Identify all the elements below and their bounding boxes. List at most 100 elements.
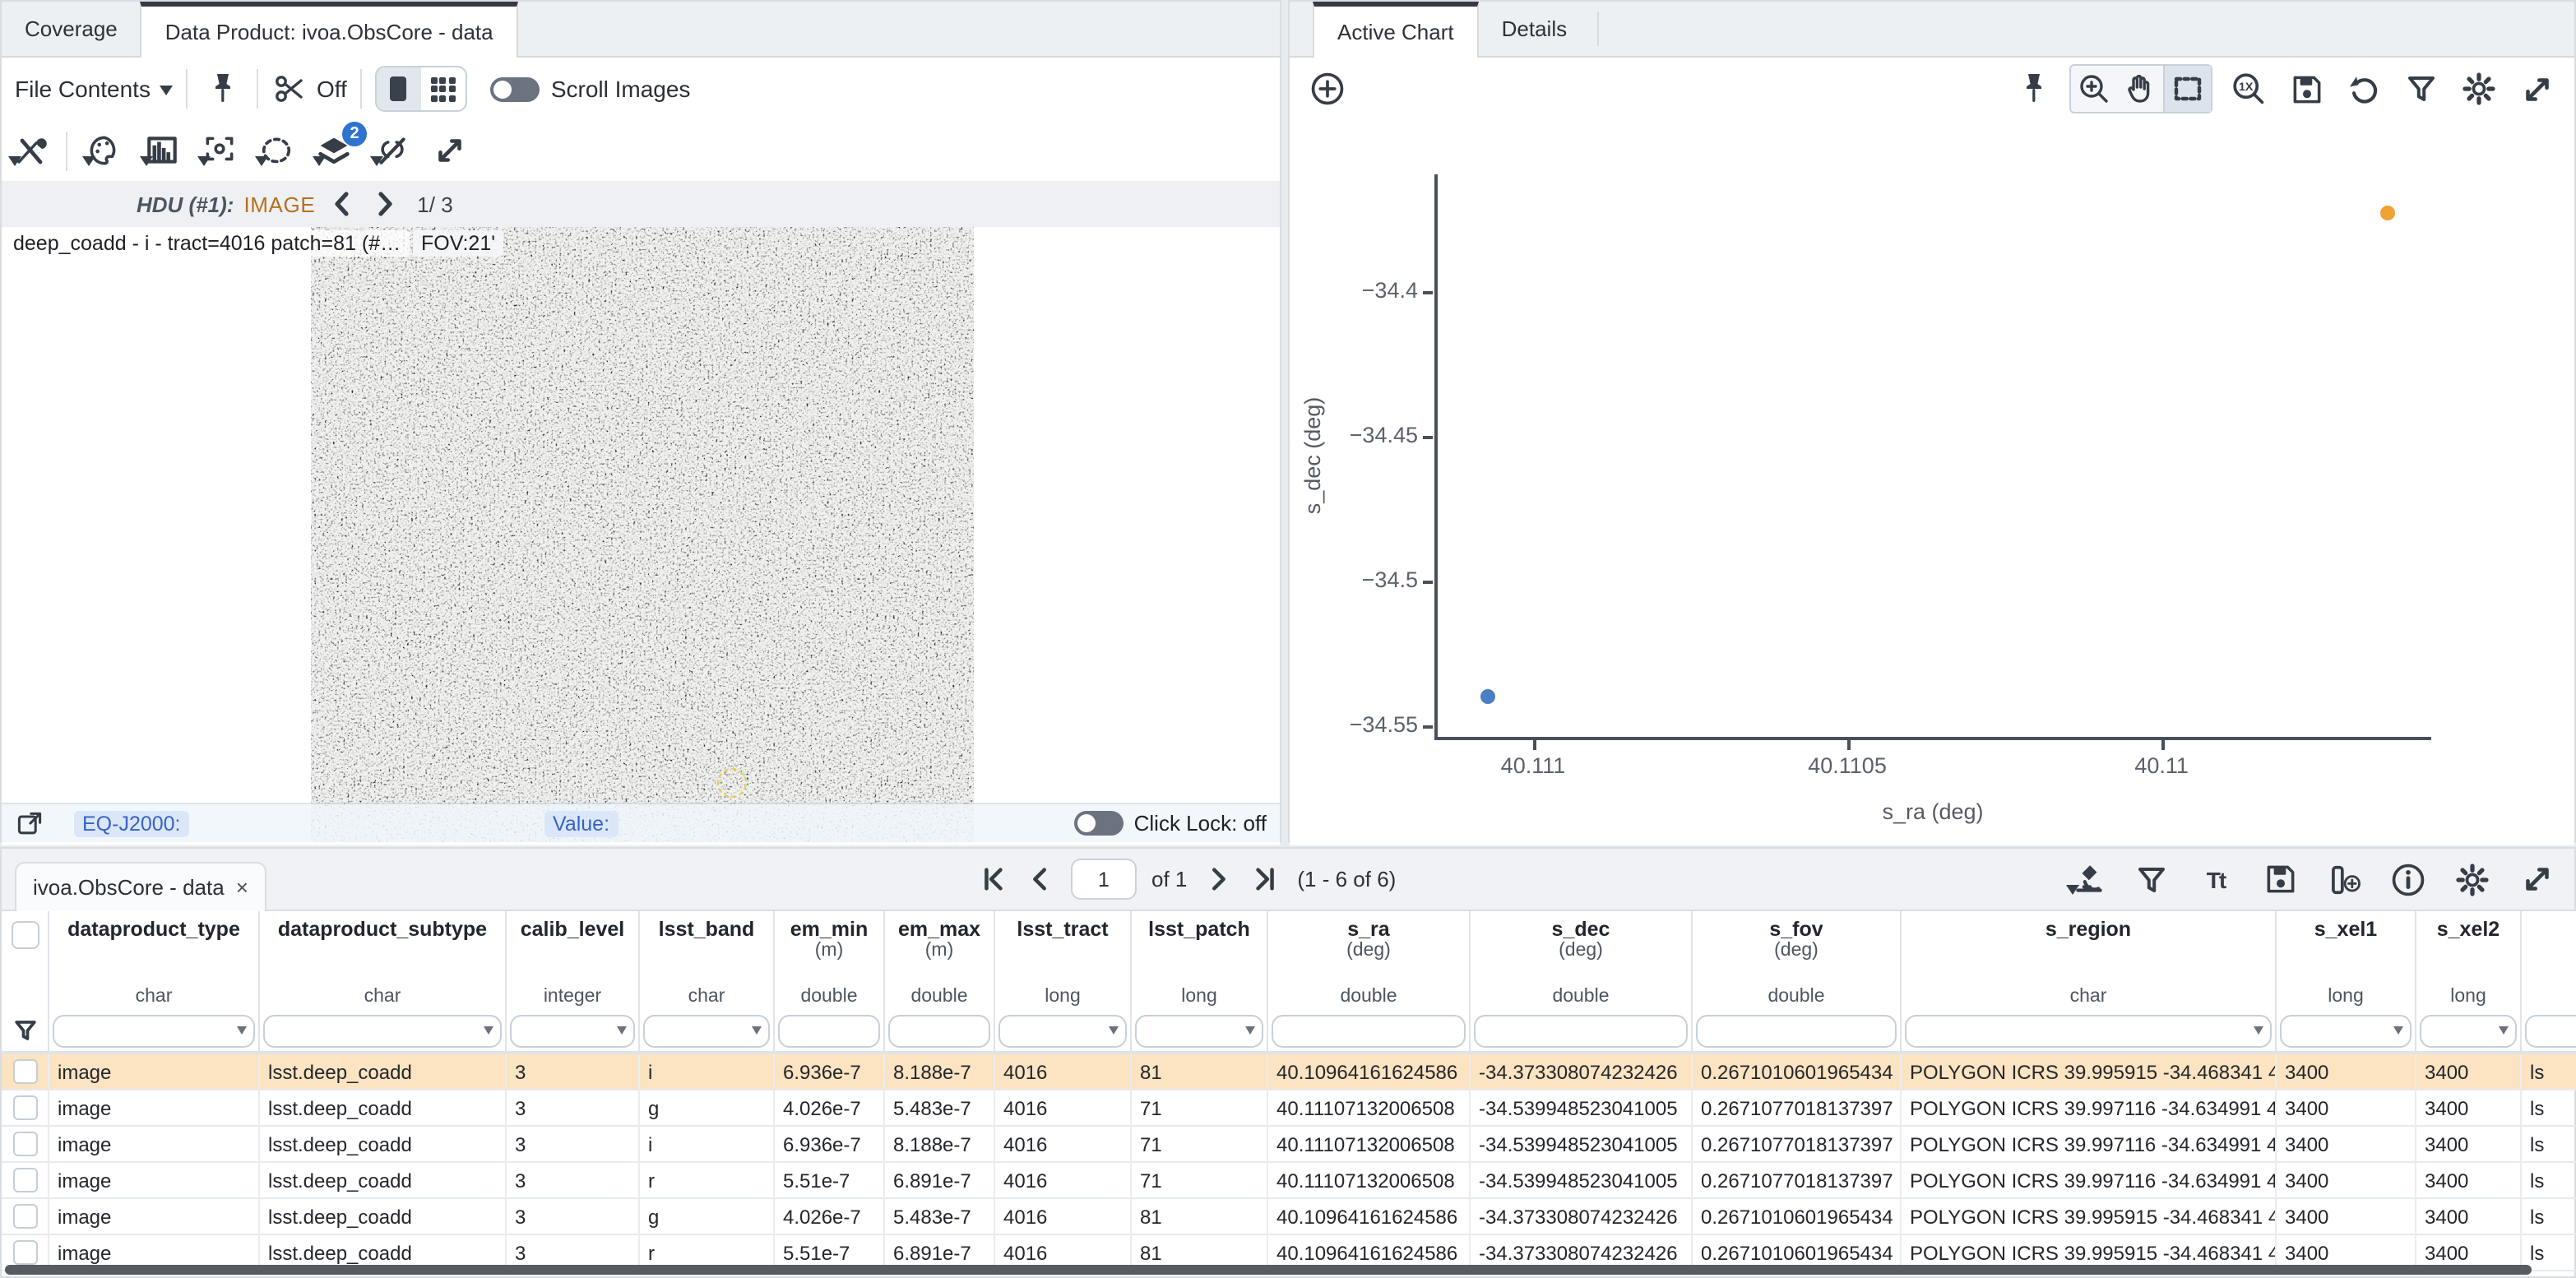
table-cell[interactable]: -34.539948523041005 xyxy=(1471,1127,1693,1163)
table-cell[interactable]: 71 xyxy=(1132,1090,1268,1127)
filter-input-s_region[interactable] xyxy=(1905,1014,2272,1047)
table-cell[interactable]: 4016 xyxy=(995,1199,1132,1235)
column-header-s_dec[interactable]: s_dec(deg)double xyxy=(1471,911,1693,1010)
filter-icon[interactable] xyxy=(2130,858,2173,901)
table-cell[interactable]: image xyxy=(49,1163,260,1199)
table-cell[interactable]: lsst.deep_coadd xyxy=(260,1127,507,1163)
fits-image[interactable] xyxy=(311,227,974,842)
gear-icon[interactable] xyxy=(2458,67,2500,110)
column-header-em_min[interactable]: em_min(m)double xyxy=(775,911,885,1010)
table-cell[interactable]: ls xyxy=(2522,1127,2576,1163)
table-cell[interactable]: 8.188e-7 xyxy=(885,1127,995,1163)
table-cell[interactable]: 4016 xyxy=(995,1054,1132,1090)
scroll-images-toggle[interactable] xyxy=(490,76,540,101)
table-cell[interactable]: 3400 xyxy=(2277,1127,2416,1163)
column-header-s_region[interactable]: s_regionchar xyxy=(1902,911,2277,1010)
expand-icon[interactable] xyxy=(428,129,470,172)
filter-icon[interactable] xyxy=(2400,67,2443,110)
column-header-s_ra[interactable]: s_ra(deg)double xyxy=(1268,911,1471,1010)
rect-select-icon[interactable] xyxy=(2163,66,2211,112)
row-checkbox[interactable] xyxy=(12,1095,37,1120)
filter-input-s_xel1[interactable] xyxy=(2280,1014,2412,1047)
ellipse-select-icon[interactable] xyxy=(255,129,298,172)
table-cell[interactable]: image xyxy=(49,1090,260,1127)
gear-icon[interactable] xyxy=(2451,858,2494,901)
table-cell[interactable]: lsst.deep_coadd xyxy=(260,1054,507,1090)
chevron-down-icon[interactable] xyxy=(484,1026,493,1040)
table-cell[interactable]: 5.483e-7 xyxy=(885,1199,995,1235)
horizontal-scrollbar[interactable] xyxy=(5,1265,2532,1275)
chevron-down-icon[interactable] xyxy=(1109,1026,1119,1040)
filter-input-s_fov[interactable] xyxy=(1696,1014,1897,1047)
row-checkbox[interactable] xyxy=(12,1204,37,1229)
table-cell[interactable]: i xyxy=(640,1054,775,1090)
table-cell[interactable]: POLYGON ICRS 39.995915 -34.468341 40. xyxy=(1902,1054,2277,1090)
table-cell[interactable]: lsst.deep_coadd xyxy=(260,1163,507,1199)
fits-image-viewport[interactable]: deep_coadd - i - tract=4016 patch=81 (#…… xyxy=(2,227,1280,845)
table-cell[interactable]: 3400 xyxy=(2416,1090,2522,1127)
table-cell[interactable]: 5.483e-7 xyxy=(885,1090,995,1127)
column-header-em_max[interactable]: em_max(m)double xyxy=(885,911,995,1010)
table-cell[interactable]: 0.2671010601965434 xyxy=(1693,1054,1902,1090)
table-cell[interactable]: POLYGON ICRS 39.997116 -34.634991 40. xyxy=(1902,1127,2277,1163)
cutout-button[interactable]: Off xyxy=(272,71,347,107)
hdu-prev-button[interactable] xyxy=(325,183,358,225)
tab-coverage[interactable]: Coverage xyxy=(2,2,141,56)
chevron-down-icon[interactable] xyxy=(2499,1026,2509,1040)
filter-input-em_min[interactable] xyxy=(778,1014,880,1047)
table-cell[interactable]: 3 xyxy=(507,1054,640,1090)
table-cell[interactable]: image xyxy=(49,1054,260,1090)
table-cell[interactable]: 3400 xyxy=(2277,1090,2416,1127)
zoom-in-icon[interactable] xyxy=(2071,66,2117,112)
table-cell[interactable]: POLYGON ICRS 39.995915 -34.468341 40. xyxy=(1902,1199,2277,1235)
column-header-s_xel1[interactable]: s_xel1long xyxy=(2277,911,2416,1010)
column-header-dataproduct_subtype[interactable]: dataproduct_subtypechar xyxy=(260,911,507,1010)
table-cell[interactable]: 3400 xyxy=(2416,1127,2522,1163)
table-cell[interactable]: 3400 xyxy=(2416,1163,2522,1199)
table-cell[interactable]: ls xyxy=(2522,1054,2576,1090)
filter-input-lsst_patch[interactable] xyxy=(1135,1014,1263,1047)
save-icon[interactable] xyxy=(2285,67,2328,110)
table-cell[interactable]: 3400 xyxy=(2277,1163,2416,1199)
table-cell[interactable]: 6.936e-7 xyxy=(775,1054,885,1090)
table-cell[interactable]: ls xyxy=(2522,1090,2576,1127)
table-cell[interactable]: 40.11107132006508 xyxy=(1268,1090,1471,1127)
table-cell[interactable]: g xyxy=(640,1090,775,1127)
text-view-icon[interactable]: Tt xyxy=(2194,858,2237,901)
table-cell[interactable]: 8.188e-7 xyxy=(885,1054,995,1090)
chevron-down-icon[interactable] xyxy=(1245,1026,1255,1040)
table-cell[interactable]: 3 xyxy=(507,1199,640,1235)
table-tab[interactable]: ivoa.ObsCore - data × xyxy=(15,861,266,910)
table-cell[interactable]: 5.51e-7 xyxy=(775,1163,885,1199)
chevron-down-icon[interactable] xyxy=(2254,1026,2263,1040)
filter-input-dataproduct_type[interactable] xyxy=(53,1014,255,1047)
row-checkbox[interactable] xyxy=(12,1132,37,1156)
file-contents-dropdown[interactable]: File Contents xyxy=(15,76,174,102)
table-cell[interactable]: g xyxy=(640,1199,775,1235)
table-cell[interactable]: 3400 xyxy=(2277,1199,2416,1235)
table-cell[interactable]: 0.2671077018137397 xyxy=(1693,1090,1902,1127)
table-cell[interactable]: 3400 xyxy=(2277,1054,2416,1090)
expand-icon[interactable] xyxy=(2515,67,2558,110)
table-row[interactable]: imagelsst.deep_coadd3i6.936e-78.188e-740… xyxy=(2,1054,2576,1090)
table-cell[interactable]: -34.539948523041005 xyxy=(1471,1163,1693,1199)
table-cell[interactable]: 71 xyxy=(1132,1163,1268,1199)
table-cell[interactable]: 3 xyxy=(507,1127,640,1163)
table-cell[interactable]: 0.2671077018137397 xyxy=(1693,1127,1902,1163)
table-cell[interactable]: 4.026e-7 xyxy=(775,1199,885,1235)
table-cell[interactable]: 40.10964161624586 xyxy=(1268,1054,1471,1090)
layers-icon[interactable]: 2 xyxy=(313,129,355,172)
row-checkbox[interactable] xyxy=(12,1059,37,1084)
table-cell[interactable]: POLYGON ICRS 39.997116 -34.634991 40. xyxy=(1902,1163,2277,1199)
column-header-calib_level[interactable]: calib_levelinteger xyxy=(507,911,640,1010)
table-cell[interactable]: 6.891e-7 xyxy=(885,1163,995,1199)
table-row[interactable]: imagelsst.deep_coadd3g4.026e-75.483e-740… xyxy=(2,1199,2576,1235)
pin-icon[interactable] xyxy=(2012,67,2055,110)
last-page-icon[interactable] xyxy=(1249,858,1282,901)
table-cell[interactable]: 81 xyxy=(1132,1199,1268,1235)
table-cell[interactable]: ls xyxy=(2522,1163,2576,1199)
unlink-icon[interactable] xyxy=(370,129,413,172)
table-cell[interactable]: ls xyxy=(2522,1199,2576,1235)
table-cell[interactable]: POLYGON ICRS 39.997116 -34.634991 40. xyxy=(1902,1090,2277,1127)
select-all-header[interactable] xyxy=(2,911,49,1010)
